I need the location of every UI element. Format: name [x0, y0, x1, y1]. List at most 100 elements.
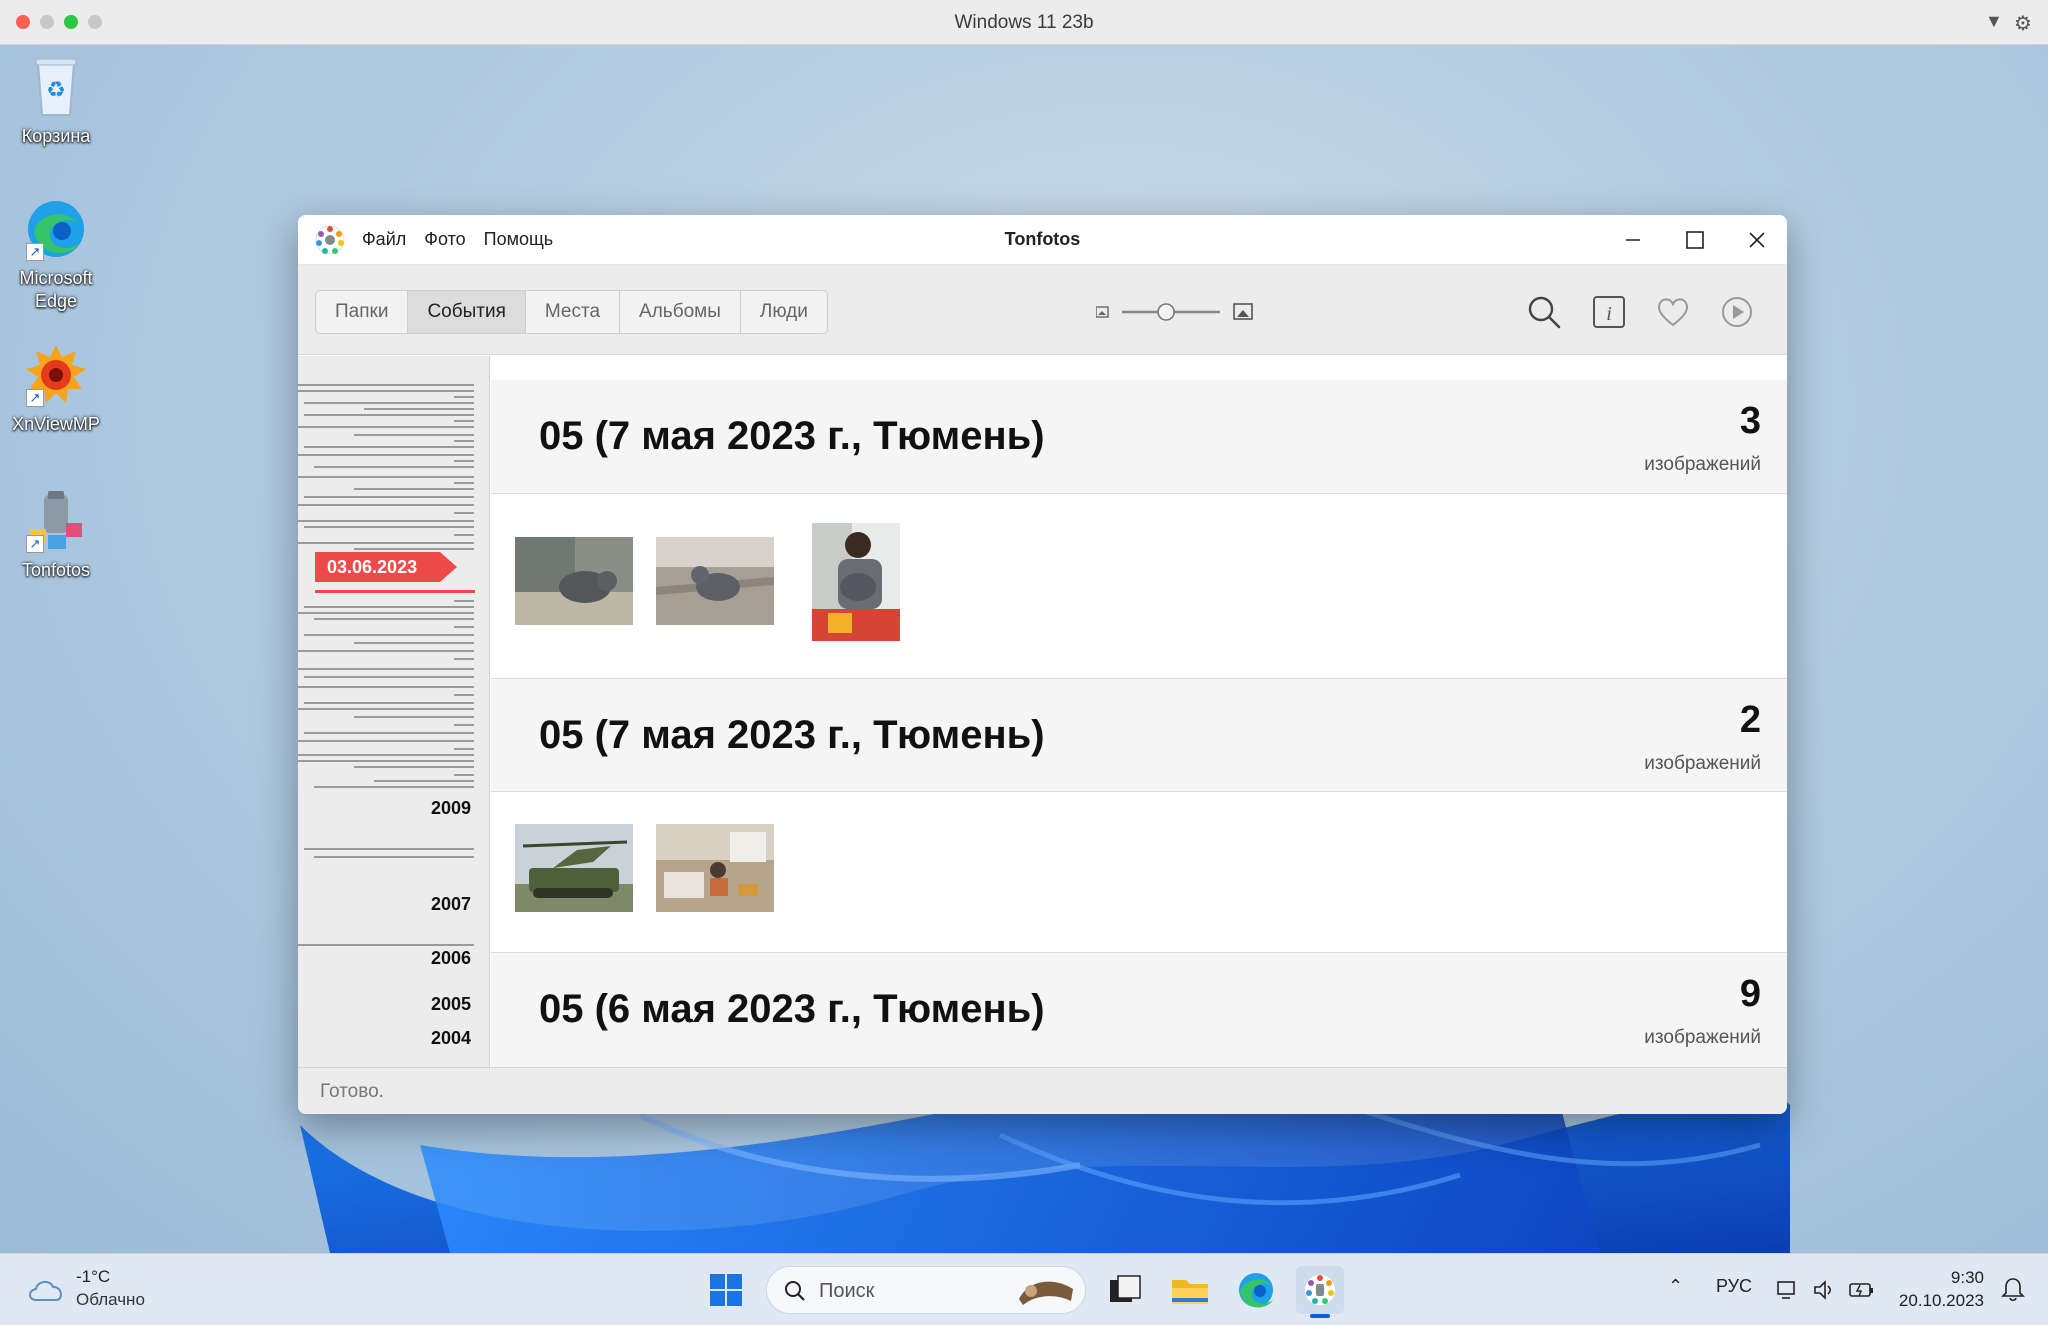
- cloud-icon[interactable]: [26, 1274, 66, 1304]
- close-icon: [1749, 232, 1765, 248]
- edge-taskbar-icon[interactable]: [1232, 1266, 1280, 1314]
- search-highlight-icon: [1019, 1281, 1073, 1305]
- desktop-icon-xnviewmp[interactable]: ↗ XnViewMP: [8, 343, 104, 436]
- timeline-tick: [454, 440, 474, 442]
- timeline-tick: [314, 466, 474, 468]
- tab-events[interactable]: События: [408, 291, 526, 333]
- timeline-tick: [304, 848, 474, 850]
- event-count: 9: [1739, 973, 1761, 1015]
- desktop-icon-tonfotos[interactable]: ↗ Tonfotos: [8, 489, 104, 582]
- search-placeholder: Поиск: [819, 1280, 875, 1302]
- photo-thumbnail[interactable]: [656, 537, 774, 625]
- timeline-tick: [304, 702, 474, 704]
- windows-start-icon[interactable]: [702, 1266, 750, 1314]
- view-tabs: Папки События Места Альбомы Люди: [315, 290, 828, 334]
- event-header[interactable]: 05 (6 мая 2023 г., Тюмень) 9 изображений: [491, 952, 1787, 1067]
- search-icon[interactable]: [1525, 293, 1563, 331]
- timeline-tick: [298, 650, 474, 652]
- desktop-icon-edge[interactable]: ↗ Microsoft Edge: [8, 197, 104, 313]
- tab-albums[interactable]: Альбомы: [620, 291, 741, 333]
- shortcut-arrow-icon: ↗: [26, 535, 44, 553]
- event-count-unit: изображений: [1644, 1027, 1761, 1048]
- close-button[interactable]: [1734, 223, 1780, 257]
- timeline-tick: [298, 708, 474, 710]
- timeline-tick: [454, 482, 474, 484]
- input-language[interactable]: РУС: [1716, 1276, 1752, 1297]
- weather-description[interactable]: Облачно: [76, 1290, 145, 1310]
- taskbar-search[interactable]: Поиск: [766, 1266, 1086, 1314]
- timeline-tick: [298, 454, 474, 456]
- timeline-tick: [454, 534, 474, 536]
- play-icon[interactable]: [1718, 293, 1756, 331]
- timeline-year[interactable]: 2004: [431, 1028, 471, 1049]
- chevron-up-icon[interactable]: ⌃: [1668, 1276, 1683, 1297]
- timeline-tick: [298, 944, 474, 946]
- small-image-icon: [1095, 306, 1109, 318]
- tonfotos-taskbar-button[interactable]: [1296, 1266, 1344, 1318]
- gear-icon[interactable]: ⚙: [2014, 11, 2032, 36]
- status-text: Готово.: [320, 1081, 384, 1102]
- event-count-unit: изображений: [1644, 753, 1761, 774]
- timeline-scroller[interactable]: 03.06.2023 2009 2007 2006 2005 2004: [298, 356, 490, 1067]
- photo-thumbnail[interactable]: [515, 824, 633, 912]
- timeline-tick: [454, 774, 474, 776]
- event-count: 3: [1739, 400, 1761, 442]
- desktop-icon-label: XnViewMP: [12, 414, 100, 434]
- battery-icon[interactable]: [1848, 1278, 1876, 1302]
- timeline-tick: [354, 642, 474, 644]
- timeline-marker: [315, 590, 475, 593]
- timeline-year[interactable]: 2009: [431, 798, 471, 819]
- timeline-tick: [304, 634, 474, 636]
- dropdown-icon[interactable]: ▼: [1985, 11, 2003, 32]
- thumbnail-size-slider[interactable]: [1095, 300, 1256, 324]
- task-view-icon[interactable]: [1100, 1266, 1148, 1314]
- photo-thumbnail[interactable]: [515, 537, 633, 625]
- timeline-tick: [454, 396, 474, 398]
- event-title: 05 (7 мая 2023 г., Тюмень): [539, 414, 1045, 458]
- slider-thumb[interactable]: [1157, 303, 1175, 321]
- tab-people[interactable]: Люди: [741, 291, 827, 333]
- timeline-tick: [454, 748, 474, 750]
- volume-icon[interactable]: [1812, 1278, 1836, 1302]
- timeline-tick: [298, 476, 474, 478]
- timeline-tick: [298, 760, 474, 762]
- maximize-button[interactable]: [1672, 223, 1718, 257]
- timeline-tick: [454, 420, 474, 422]
- info-icon[interactable]: i: [1590, 293, 1628, 331]
- menu-file[interactable]: Файл: [362, 229, 406, 250]
- desktop-icon-label: Tonfotos: [21, 560, 91, 580]
- timeline-tick: [304, 676, 474, 678]
- timeline-tick: [304, 402, 474, 404]
- tonfotos-logo-icon: [315, 225, 345, 255]
- event-header[interactable]: 05 (7 мая 2023 г., Тюмень) 2 изображений: [491, 678, 1787, 792]
- event-header[interactable]: 05 (7 мая 2023 г., Тюмень) 3 изображений: [491, 380, 1787, 494]
- timeline-tick: [298, 390, 474, 392]
- tonfotos-icon: ↗: [24, 489, 88, 553]
- heart-icon[interactable]: [1654, 293, 1692, 331]
- minimize-icon: [1626, 239, 1640, 241]
- clock[interactable]: 9:30 20.10.2023: [1899, 1266, 1984, 1312]
- recycle-bin-icon: ♻: [24, 55, 88, 119]
- desktop-icon-recycle-bin[interactable]: ♻ Корзина: [8, 55, 104, 148]
- tab-places[interactable]: Места: [526, 291, 621, 333]
- timeline-tick: [454, 512, 474, 514]
- photo-thumbnail[interactable]: [812, 523, 900, 641]
- toolbar: Папки События Места Альбомы Люди i: [298, 265, 1787, 355]
- large-image-icon: [1233, 303, 1253, 320]
- timeline-year[interactable]: 2006: [431, 948, 471, 969]
- menu-help[interactable]: Помощь: [484, 229, 554, 250]
- menu-photo[interactable]: Фото: [424, 229, 465, 250]
- minimize-button[interactable]: [1610, 223, 1656, 257]
- timeline-tick: [298, 740, 474, 742]
- photo-thumbnail[interactable]: [656, 824, 774, 912]
- timeline-tick: [364, 408, 474, 410]
- timeline-year[interactable]: 2005: [431, 994, 471, 1015]
- timeline-year[interactable]: 2007: [431, 894, 471, 915]
- event-count: 2: [1739, 699, 1761, 741]
- weather-temperature[interactable]: -1°C: [76, 1267, 110, 1287]
- network-icon[interactable]: [1776, 1278, 1800, 1302]
- file-explorer-icon[interactable]: [1166, 1266, 1214, 1314]
- notifications-bell-icon[interactable]: [2000, 1276, 2026, 1302]
- shortcut-arrow-icon: ↗: [26, 389, 44, 407]
- tab-folders[interactable]: Папки: [316, 291, 409, 333]
